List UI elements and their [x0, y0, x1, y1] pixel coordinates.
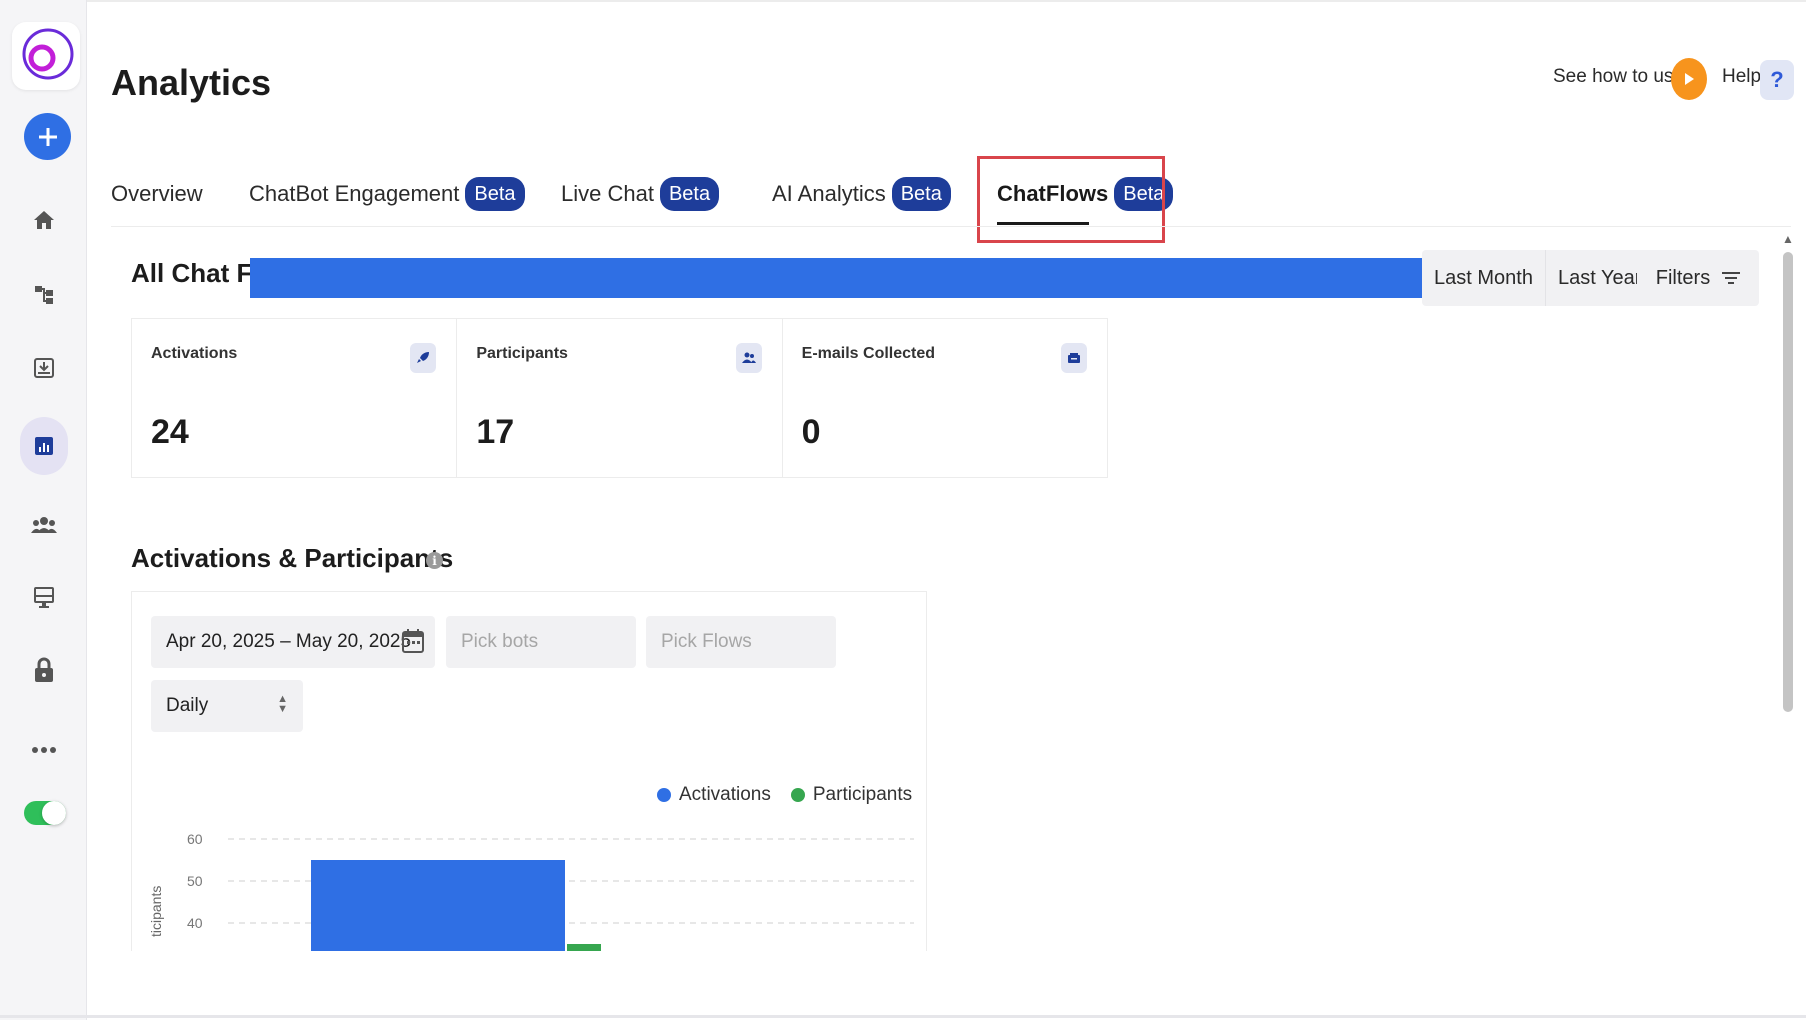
beta-badge: Beta — [659, 177, 720, 211]
tab-ai-analytics[interactable]: AI Analytics Beta — [772, 174, 951, 214]
tab-label: Overview — [111, 181, 203, 206]
stat-card-participants: Participants 17 — [457, 319, 783, 477]
redacted-overlay — [250, 258, 1422, 298]
bar-participants[interactable] — [567, 944, 601, 951]
play-video-button[interactable] — [1671, 58, 1707, 100]
flows-icon — [35, 286, 53, 304]
play-icon — [1685, 73, 1694, 85]
section-title: All Chat Fl — [131, 258, 260, 288]
stat-label: E-mails Collected — [801, 345, 936, 362]
last-month-button[interactable]: Last Month — [1422, 250, 1545, 306]
date-range-buttons: Last Month Last Year — [1422, 250, 1654, 306]
tab-label: AI Analytics — [772, 181, 886, 206]
stat-value: 0 — [801, 413, 821, 451]
question-icon: ? — [1770, 67, 1784, 92]
help-button[interactable]: ? — [1760, 60, 1794, 100]
sidebar-item-more[interactable] — [24, 730, 64, 770]
sidebar-item-team[interactable] — [24, 505, 64, 545]
filters-label: Filters — [1655, 266, 1711, 289]
toggle-knob — [42, 801, 66, 825]
y-axis-label: ticipants — [148, 886, 164, 937]
plus-icon — [38, 127, 57, 146]
sidebar-item-flows[interactable] — [24, 274, 64, 314]
filter-icon — [1722, 272, 1741, 284]
activations-participants-title: Activations & Participants — [131, 543, 454, 573]
sidebar-item-home[interactable] — [24, 200, 64, 240]
tab-divider — [111, 226, 1791, 227]
tab-label: ChatBot Engagement — [249, 181, 460, 206]
logo-icon — [22, 28, 74, 80]
stat-label: Activations — [151, 345, 238, 362]
sidebar — [0, 0, 87, 1020]
y-tick-label: 60 — [187, 831, 203, 847]
team-icon — [31, 517, 57, 533]
highlight-annotation — [977, 156, 1165, 243]
app-logo[interactable] — [12, 22, 80, 90]
y-tick-label: 50 — [187, 873, 203, 889]
stat-value: 17 — [476, 413, 515, 451]
stat-label: Participants — [476, 345, 568, 362]
bottom-border — [0, 1015, 1806, 1018]
tab-overview[interactable]: Overview — [111, 174, 203, 214]
beta-badge: Beta — [465, 177, 525, 211]
analytics-icon — [35, 437, 53, 455]
bar-activations[interactable] — [311, 860, 565, 951]
tab-live-chat[interactable]: Live Chat Beta — [561, 174, 720, 214]
sidebar-item-analytics[interactable] — [20, 417, 68, 475]
sidebar-item-widget[interactable] — [24, 578, 64, 618]
info-icon[interactable]: i — [426, 552, 443, 569]
sidebar-item-lock[interactable] — [24, 650, 64, 690]
widget-icon — [34, 587, 54, 608]
more-icon — [32, 747, 56, 753]
stats-cards: Activations 24 Participants 17 E-mails C… — [131, 318, 1108, 478]
top-border — [87, 0, 1806, 2]
inbox-icon — [1060, 343, 1087, 373]
tab-label: Live Chat — [561, 181, 654, 206]
rocket-icon — [410, 343, 437, 373]
help-link[interactable]: Help — [1722, 66, 1761, 88]
chart-canvas: ticipants 60 50 40 — [148, 831, 914, 951]
home-icon — [34, 211, 54, 229]
filters-button[interactable]: Filters — [1637, 250, 1759, 306]
sidebar-item-inbox[interactable] — [24, 348, 64, 388]
add-button[interactable] — [24, 113, 71, 160]
stat-card-emails: E-mails Collected 0 — [783, 319, 1107, 477]
users-icon — [735, 343, 762, 373]
chart-panel: Apr 20, 2025 – May 20, 2025 Pick bots Pi… — [131, 591, 927, 951]
status-toggle[interactable] — [24, 801, 66, 825]
lock-icon — [35, 657, 53, 682]
see-how-link[interactable]: See how to use — [1553, 66, 1684, 88]
scroll-up-arrow[interactable]: ▲ — [1782, 232, 1794, 246]
tab-chatbot-engagement[interactable]: ChatBot Engagement Beta — [249, 174, 525, 214]
inbox-download-icon — [34, 358, 54, 378]
scrollbar-thumb[interactable] — [1783, 252, 1793, 712]
page-title: Analytics — [111, 62, 272, 103]
y-tick-label: 40 — [187, 915, 203, 931]
stat-value: 24 — [151, 413, 189, 451]
beta-badge: Beta — [891, 177, 951, 211]
stat-card-activations: Activations 24 — [132, 319, 458, 477]
